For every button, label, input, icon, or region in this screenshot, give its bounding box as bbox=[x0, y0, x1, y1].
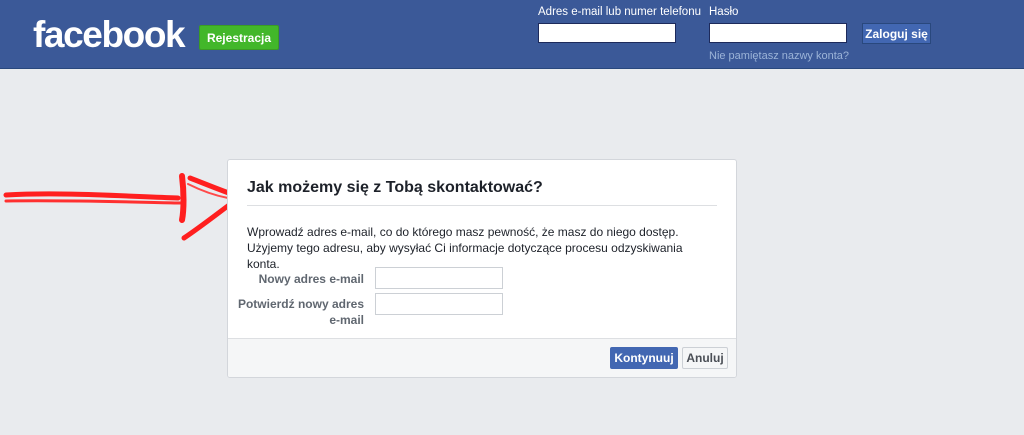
forgot-account-link[interactable]: Nie pamiętasz nazwy konta? bbox=[709, 50, 849, 62]
top-bar: facebook Rejestracja Adres e-mail lub nu… bbox=[0, 0, 1024, 69]
login-button[interactable]: Zaloguj się bbox=[862, 23, 931, 44]
dialog-description: Wprowadź adres e-mail, co do którego mas… bbox=[247, 225, 683, 271]
login-email-input[interactable] bbox=[538, 23, 676, 43]
dialog-title: Jak możemy się z Tobą skontaktować? bbox=[247, 179, 543, 196]
contact-dialog: Jak możemy się z Tobą skontaktować? Wpro… bbox=[227, 159, 737, 378]
cancel-button[interactable]: Anuluj bbox=[682, 347, 728, 369]
signup-button[interactable]: Rejestracja bbox=[199, 25, 279, 50]
facebook-logo[interactable]: facebook bbox=[33, 13, 186, 57]
email-label: Adres e-mail lub numer telefonu bbox=[538, 6, 701, 18]
new-email-label: Nowy adres e-mail bbox=[258, 272, 364, 286]
new-email-input[interactable] bbox=[375, 267, 503, 289]
red-arrow-annotation-icon bbox=[3, 173, 243, 241]
continue-button[interactable]: Kontynuuj bbox=[610, 347, 678, 369]
confirm-email-input[interactable] bbox=[375, 293, 503, 315]
confirm-email-label: Potwierdź nowy adres e-mail bbox=[237, 297, 364, 327]
dialog-divider bbox=[247, 205, 717, 206]
dialog-footer: Kontynuuj Anuluj bbox=[228, 338, 736, 377]
password-label: Hasło bbox=[709, 6, 739, 18]
login-password-input[interactable] bbox=[709, 23, 847, 43]
